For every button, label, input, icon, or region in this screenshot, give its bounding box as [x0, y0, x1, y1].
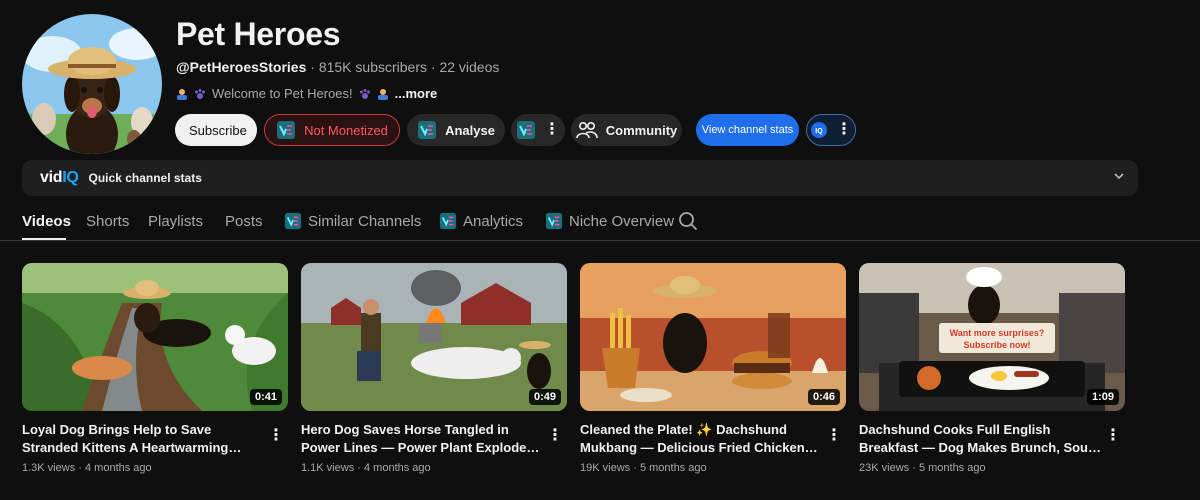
- video-duration: 0:46: [807, 389, 840, 405]
- tab-playlists[interactable]: Playlists: [148, 208, 203, 234]
- meta-separator: ·: [310, 59, 315, 75]
- video-thumbnail[interactable]: 0:46: [580, 263, 846, 411]
- vidiq-icon: [545, 212, 563, 230]
- iq-badge-icon: IQ: [811, 122, 827, 138]
- person-emoji-icon: [177, 88, 187, 100]
- video-card[interactable]: Want more surprises? Subscribe now! 1:09…: [859, 263, 1125, 474]
- svg-text:IQ: IQ: [815, 128, 823, 135]
- vidiq-icon: [439, 212, 457, 230]
- tab-similar-channels[interactable]: Similar Channels: [284, 208, 421, 234]
- channel-avatar[interactable]: [22, 14, 162, 154]
- more-vert-icon[interactable]: ⋮: [826, 425, 842, 445]
- video-duration: 1:09: [1086, 389, 1119, 405]
- video-title[interactable]: Loyal Dog Brings Help to Save Stranded K…: [22, 421, 264, 457]
- not-monetized-label: Not Monetized: [304, 122, 388, 138]
- video-views: 23K views: [859, 462, 910, 474]
- chevron-down-icon[interactable]: [1114, 171, 1124, 181]
- description-text: Welcome to Pet Heroes!: [212, 86, 353, 101]
- mukbang-thumbnail: [580, 263, 846, 411]
- tab-shorts[interactable]: Shorts: [86, 208, 129, 234]
- quick-channel-stats-bar[interactable]: vidIQ Quick channel stats: [22, 160, 1138, 196]
- video-thumbnail[interactable]: 0:41: [22, 263, 288, 411]
- video-meta: 19K views · 5 months ago: [580, 462, 707, 474]
- not-monetized-button[interactable]: Not Monetized: [264, 114, 400, 146]
- paw-emoji-icon: [359, 88, 370, 99]
- video-card[interactable]: 0:46 Cleaned the Plate! ✨ Dachshund Mukb…: [580, 263, 846, 474]
- tab-label: Niche Overview: [569, 212, 675, 230]
- search-icon: [679, 212, 698, 231]
- breakfast-thumbnail: Want more surprises? Subscribe now!: [859, 263, 1125, 411]
- horse-rescue-thumbnail: [301, 263, 567, 411]
- video-views: 19K views: [580, 462, 631, 474]
- view-stats-label: View channel stats: [701, 124, 794, 136]
- more-vert-icon: ⋮: [836, 121, 852, 138]
- vidiq-icon: [284, 212, 302, 230]
- community-label: Community: [605, 122, 678, 138]
- tab-search[interactable]: [678, 208, 698, 234]
- thumbnail-sign-line-2: Subscribe now!: [963, 340, 1030, 350]
- video-views: 1.3K views: [22, 462, 76, 474]
- meta-separator: ·: [430, 59, 436, 75]
- vidiq-icon: [516, 120, 536, 140]
- paw-emoji-icon: [195, 88, 205, 99]
- tab-label: Posts: [225, 212, 263, 230]
- quick-stats-label: Quick channel stats: [88, 171, 202, 185]
- vidiq-logo: vidIQ: [40, 169, 79, 186]
- video-meta: 23K views · 5 months ago: [859, 462, 986, 474]
- community-button[interactable]: Community: [571, 114, 682, 146]
- tab-label: Analytics: [463, 212, 524, 230]
- video-card[interactable]: 0:41 Loyal Dog Brings Help to Save Stran…: [22, 263, 288, 474]
- tab-videos[interactable]: Videos: [22, 208, 71, 234]
- more-vert-icon: ⋮: [544, 121, 560, 138]
- kittens-rescue-thumbnail: [22, 263, 288, 411]
- person-emoji-icon: [377, 88, 388, 100]
- tab-label: Playlists: [148, 212, 204, 230]
- more-vert-icon[interactable]: ⋮: [547, 425, 563, 445]
- video-title[interactable]: Cleaned the Plate! ✨ Dachshund Mukbang —…: [580, 421, 822, 457]
- video-title[interactable]: Dachshund Cooks Full English Breakfast —…: [859, 421, 1101, 457]
- tab-label: Shorts: [86, 212, 130, 230]
- channel-name: Pet Heroes: [176, 16, 341, 52]
- analyse-button[interactable]: Analyse: [407, 114, 505, 146]
- analyse-label: Analyse: [445, 122, 495, 138]
- more-vert-icon[interactable]: ⋮: [268, 425, 284, 445]
- video-views: 1.1K views: [301, 462, 355, 474]
- tab-niche-overview[interactable]: Niche Overview: [545, 208, 674, 234]
- channel-handle[interactable]: @PetHeroesStories: [176, 59, 306, 75]
- video-card[interactable]: 0:49 Hero Dog Saves Horse Tangled in Pow…: [301, 263, 567, 474]
- video-title[interactable]: Hero Dog Saves Horse Tangled in Power Li…: [301, 421, 543, 457]
- video-age: 5 months ago: [918, 462, 986, 474]
- subscriber-count: 815K subscribers: [318, 59, 427, 75]
- video-thumbnail[interactable]: 0:49: [301, 263, 567, 411]
- vidiq-icon: [276, 120, 296, 140]
- description-more-link[interactable]: ...more: [395, 86, 438, 101]
- video-age: 5 months ago: [639, 462, 707, 474]
- video-thumbnail[interactable]: Want more surprises? Subscribe now! 1:09: [859, 263, 1125, 411]
- video-meta: 1.3K views · 4 months ago: [22, 462, 152, 474]
- vidiq-icon: [417, 120, 437, 140]
- tab-analytics[interactable]: Analytics: [439, 208, 523, 234]
- tab-label: Similar Channels: [308, 212, 422, 230]
- people-icon: [575, 121, 598, 139]
- video-age: 4 months ago: [85, 462, 152, 474]
- subscribe-label: Subscribe: [189, 122, 247, 138]
- channel-meta: @PetHeroesStories · 815K subscribers · 2…: [176, 59, 499, 75]
- channel-description[interactable]: Welcome to Pet Heroes! ...more: [176, 86, 437, 101]
- tab-posts[interactable]: Posts: [225, 208, 263, 234]
- tabs-divider: [0, 240, 1200, 241]
- more-vert-icon[interactable]: ⋮: [1105, 425, 1121, 445]
- video-duration: 0:41: [249, 389, 282, 405]
- video-age: 4 months ago: [364, 462, 431, 474]
- video-count: 22 videos: [439, 59, 500, 75]
- video-duration: 0:49: [528, 389, 561, 405]
- tab-label: Videos: [22, 212, 71, 230]
- thumbnail-sign-line-1: Want more surprises?: [950, 328, 1045, 338]
- dog-avatar-image: [22, 14, 162, 154]
- view-channel-stats-button[interactable]: View channel stats: [696, 114, 799, 146]
- vidiq-more-button[interactable]: ⋮: [511, 114, 565, 146]
- vidiq-iq-button[interactable]: IQ ⋮: [806, 114, 856, 146]
- video-meta: 1.1K views · 4 months ago: [301, 462, 431, 474]
- subscribe-button[interactable]: Subscribe: [175, 114, 257, 146]
